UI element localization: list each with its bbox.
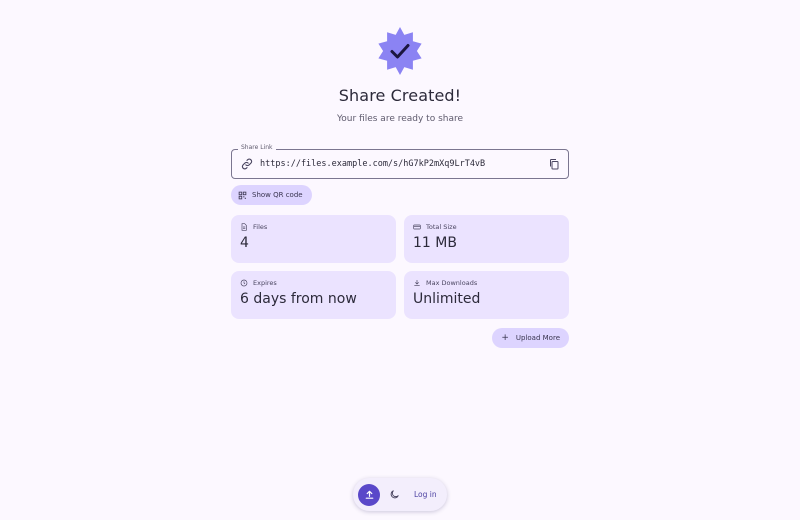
download-icon (414, 280, 420, 286)
stat-value-max-downloads: Unlimited (413, 291, 481, 307)
moon-icon (390, 490, 399, 499)
stat-label-total-size: Total Size (426, 223, 457, 231)
link-icon (241, 158, 253, 170)
upload-more-label: Upload More (515, 334, 560, 342)
share-link-label: Share Link (238, 144, 276, 151)
upload-more-button[interactable]: + Upload More (492, 328, 569, 348)
copy-link-button[interactable] (546, 156, 562, 172)
show-qr-code-button[interactable]: Show QR code (231, 185, 312, 205)
stat-card-files: Files 4 (231, 215, 396, 263)
login-button[interactable]: Log in (414, 490, 437, 499)
bottom-dock: Log in (353, 478, 447, 511)
stat-value-files: 4 (240, 235, 249, 251)
theme-toggle-button[interactable] (386, 487, 402, 503)
show-qr-code-label: Show QR code (252, 191, 303, 199)
copy-icon (550, 159, 559, 170)
page-subtitle: Your files are ready to share (336, 114, 464, 124)
stat-card-expires: Expires 6 days from now (231, 271, 396, 319)
stat-label-expires: Expires (253, 279, 277, 287)
stat-card-max-downloads: Max Downloads Unlimited (404, 271, 569, 319)
stat-card-total-size: Total Size 11 MB (404, 215, 569, 263)
stat-value-total-size: 11 MB (413, 235, 457, 251)
stat-value-expires: 6 days from now (240, 291, 357, 307)
share-link-input[interactable] (260, 159, 540, 169)
stat-label-max-downloads: Max Downloads (426, 279, 478, 287)
storage-icon (413, 224, 421, 230)
upload-button[interactable] (358, 483, 380, 506)
file-icon (241, 223, 247, 231)
share-link-field[interactable]: Share Link (231, 144, 569, 179)
stat-label-files: Files (253, 223, 268, 231)
page-title: Share Created! (338, 86, 462, 105)
upload-icon (365, 490, 373, 499)
verified-check-icon (378, 27, 422, 75)
share-stats-grid: Files 4 Total Size 11 MB Expires 6 days … (231, 215, 569, 319)
share-result-panel: Share Created! Your files are ready to s… (231, 26, 569, 348)
clock-icon (240, 279, 248, 287)
qr-code-icon (238, 191, 247, 199)
plus-icon: + (501, 333, 509, 343)
